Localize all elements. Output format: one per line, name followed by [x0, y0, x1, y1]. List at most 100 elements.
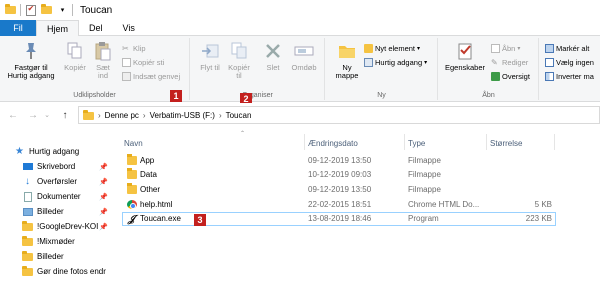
file-type: Program: [408, 214, 439, 223]
nav-item-mixmoder[interactable]: !Mixmøder: [0, 234, 114, 249]
folder-icon: [22, 250, 33, 262]
recent-locations-chevron-icon[interactable]: ⌄: [40, 111, 54, 119]
star-icon: ★: [15, 146, 24, 157]
chevron-right-icon[interactable]: ›: [219, 111, 222, 120]
folder-icon: [127, 154, 137, 165]
select-all-button[interactable]: Markér alt: [545, 44, 589, 53]
column-header-name[interactable]: Navn: [124, 136, 304, 150]
column-divider[interactable]: [554, 134, 555, 150]
column-divider[interactable]: [404, 134, 405, 150]
invert-selection-icon: [545, 72, 554, 81]
pictures-icon: [22, 207, 33, 217]
select-none-button[interactable]: Vælg ingen: [545, 58, 594, 67]
history-button[interactable]: Oversigt: [491, 72, 530, 81]
back-arrow-icon[interactable]: ←: [6, 110, 20, 121]
pin-icon[interactable]: 📌: [99, 223, 108, 231]
column-divider[interactable]: [486, 134, 487, 150]
tab-file[interactable]: Fil: [0, 20, 36, 36]
column-header-date[interactable]: Ændringsdato: [308, 136, 406, 150]
pin-icon[interactable]: 📌: [99, 163, 108, 171]
window-title: Toucan: [80, 4, 113, 16]
pin-icon[interactable]: 📌: [99, 178, 108, 186]
column-divider[interactable]: [304, 134, 305, 150]
file-row-help-html[interactable]: help.html 22-02-2015 18:51 Chrome HTML D…: [122, 198, 556, 212]
pin-quick-access-button[interactable]: Fastgør til Hurtig adgang: [6, 40, 56, 80]
open-group: Egenskaber Åbn ▾ ✎ Rediger Oversigt Åbn: [439, 38, 539, 100]
paste-shortcut-icon: [122, 72, 131, 81]
chrome-icon: [127, 200, 137, 209]
select-group: Markér alt Vælg ingen Inverter ma: [540, 38, 600, 100]
paste-shortcut-button[interactable]: Indsæt genvej: [122, 72, 180, 81]
chevron-down-icon: ▾: [424, 60, 428, 66]
copy-path-button[interactable]: Kopiér sti: [122, 58, 164, 67]
file-list: ⌃ Navn Ændringsdato Type Størrelse App 0…: [114, 128, 600, 300]
copy-button[interactable]: Kopiér: [62, 40, 88, 72]
edit-button[interactable]: ✎ Rediger: [491, 58, 528, 67]
file-name: Data: [140, 170, 157, 179]
pin-icon[interactable]: 📌: [99, 193, 108, 201]
easy-access-icon: [364, 58, 373, 67]
quick-access-dropdown-icon[interactable]: ▾: [56, 4, 69, 17]
chevron-down-icon: ▾: [517, 46, 521, 52]
file-row-other[interactable]: Other 09-12-2019 13:50 Filmappe: [122, 183, 556, 197]
pin-icon[interactable]: 📌: [99, 208, 108, 216]
move-to-button[interactable]: Flyt til: [197, 40, 223, 72]
delete-x-icon: [265, 40, 281, 62]
column-header-type[interactable]: Type: [408, 136, 488, 150]
properties-button[interactable]: Egenskaber: [443, 40, 487, 72]
cut-button[interactable]: ✂ Klip: [122, 44, 146, 53]
file-name: Toucan.exe: [140, 214, 181, 223]
delete-button[interactable]: Slet: [261, 40, 285, 72]
pin-icon: [23, 40, 39, 62]
tab-share[interactable]: Del: [79, 20, 113, 36]
new-folder-quick-icon[interactable]: [40, 4, 53, 17]
column-header-size[interactable]: Størrelse: [490, 136, 550, 150]
invert-selection-button[interactable]: Inverter ma: [545, 72, 594, 81]
properties-quick-icon[interactable]: [24, 4, 37, 17]
nav-item-documents[interactable]: Dokumenter 📌: [0, 189, 114, 204]
folder-icon: [127, 183, 137, 194]
up-arrow-icon[interactable]: ↑: [58, 110, 72, 121]
nav-item-label: Billeder: [37, 252, 64, 261]
title-bar: ▾ Toucan: [0, 0, 600, 20]
nav-item-label: Gør dine fotos endr: [37, 267, 106, 276]
organize-group-label: Organiser: [242, 92, 273, 99]
copy-to-button[interactable]: Kopiér til: [225, 40, 253, 80]
new-group-label: Ny: [377, 92, 386, 99]
tab-view[interactable]: Vis: [113, 20, 145, 36]
file-row-app[interactable]: App 09-12-2019 13:50 Filmappe: [122, 154, 556, 168]
breadcrumb-this-pc[interactable]: Denne pc: [105, 111, 139, 120]
address-box[interactable]: › Denne pc › Verbatim-USB (F:) › Toucan: [78, 106, 600, 124]
paste-button[interactable]: Sæt ind: [92, 40, 114, 80]
forward-arrow-icon[interactable]: →: [26, 110, 40, 121]
file-row-toucan-exe[interactable]: 𝒥 Toucan.exe 13-08-2019 18:46 Program 22…: [122, 212, 556, 226]
nav-item-label: Overførsler: [37, 177, 77, 186]
easy-access-button[interactable]: Hurtig adgang ▾: [364, 58, 427, 67]
nav-item-googledrev[interactable]: !GoogleDrev-KOI 📌: [0, 219, 114, 234]
nav-item-gor-dine-fotos[interactable]: Gør dine fotos endr: [0, 264, 114, 279]
organize-group: Flyt til Kopiér til Slet Omdøb Organiser: [191, 38, 325, 100]
callout-badge-3: 3: [194, 214, 206, 226]
new-item-button[interactable]: Nyt element ▾: [364, 44, 420, 53]
invert-selection-label: Inverter ma: [556, 72, 594, 81]
copy-label: Kopiér: [64, 63, 86, 72]
file-row-data[interactable]: Data 10-12-2019 09:03 Filmappe: [122, 168, 556, 182]
address-folder-icon: [83, 110, 94, 120]
tab-home[interactable]: Hjem: [36, 20, 80, 37]
breadcrumb-usb-drive[interactable]: Verbatim-USB (F:): [150, 111, 215, 120]
nav-item-downloads[interactable]: ↓ Overførsler 📌: [0, 174, 114, 189]
nav-item-quick-access[interactable]: ★ Hurtig adgang: [0, 144, 114, 159]
paste-shortcut-label: Indsæt genvej: [133, 72, 181, 81]
new-folder-label: Ny mappe: [335, 63, 359, 80]
breadcrumb-toucan[interactable]: Toucan: [226, 111, 252, 120]
chevron-right-icon[interactable]: ›: [143, 111, 146, 120]
move-to-icon: [201, 40, 219, 62]
open-button[interactable]: Åbn ▾: [491, 44, 520, 53]
select-all-icon: [545, 44, 554, 53]
nav-item-pictures[interactable]: Billeder 📌: [0, 204, 114, 219]
new-folder-button[interactable]: Ny mappe: [332, 40, 362, 80]
nav-item-billeder-folder[interactable]: Billeder: [0, 249, 114, 264]
nav-item-desktop[interactable]: Skrivebord 📌: [0, 159, 114, 174]
rename-button[interactable]: Omdøb: [289, 40, 319, 72]
open-label: Åbn: [502, 44, 516, 53]
